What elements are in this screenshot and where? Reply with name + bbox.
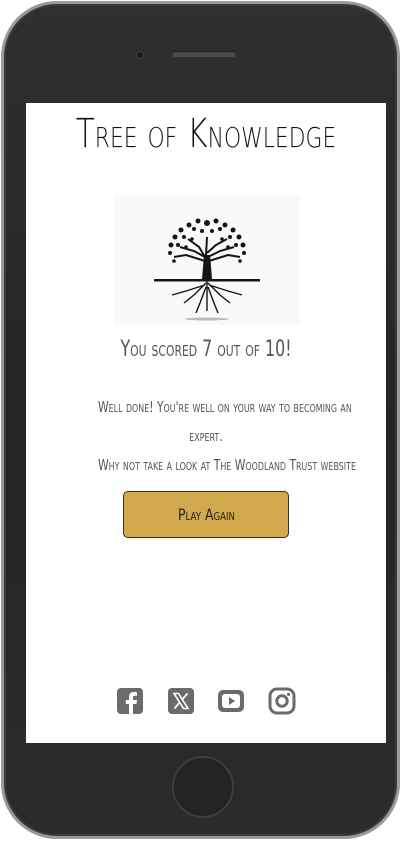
home-button[interactable] (172, 756, 234, 818)
facebook-icon[interactable] (116, 687, 144, 715)
play-again-label: Play Again (177, 505, 235, 524)
x-twitter-icon[interactable] (167, 687, 195, 715)
woodland-trust-link[interactable]: Why not take a look at The Woodland Trus… (98, 451, 356, 480)
message-line: Well done! You're well on your way to be… (97, 398, 352, 416)
phone-frame: Tree of Knowledge You scored 7 out of 10… (1, 1, 400, 839)
score-heading: You scored 7 out of 10! (120, 337, 292, 362)
front-camera (136, 51, 144, 59)
app-screen: Tree of Knowledge You scored 7 out of 10… (26, 103, 386, 743)
play-again-button[interactable]: Play Again (123, 491, 289, 538)
result-message: Well done! You're well on your way to be… (56, 393, 356, 480)
page-title: Tree of Knowledge (75, 111, 337, 157)
earpiece-speaker (172, 51, 236, 57)
message-line: expert. (189, 427, 223, 445)
instagram-icon[interactable] (268, 687, 296, 715)
youtube-icon[interactable] (217, 687, 245, 715)
social-links (116, 687, 296, 717)
tree-logo-image (114, 195, 300, 325)
tree-icon (154, 218, 260, 321)
